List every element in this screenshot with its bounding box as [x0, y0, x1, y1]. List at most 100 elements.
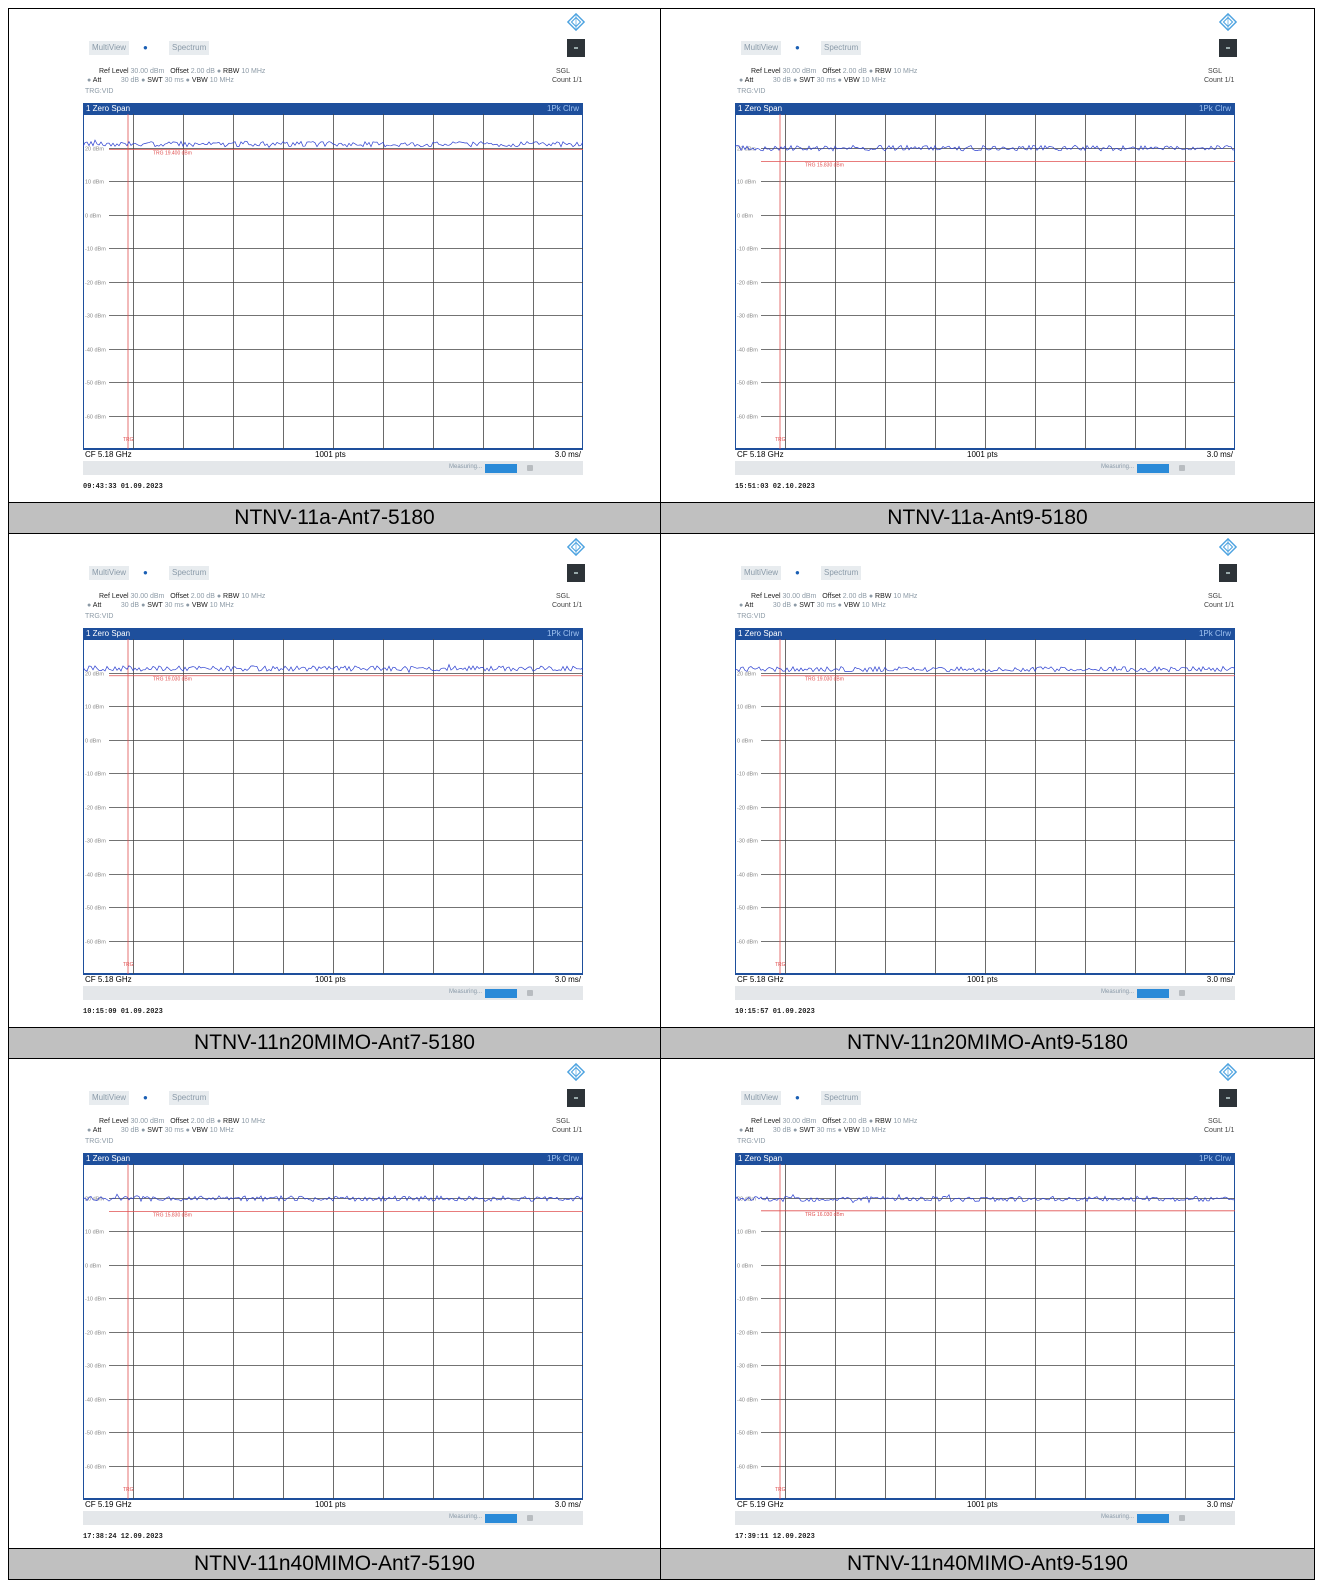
tab-multiview[interactable]: MultiView — [89, 1091, 130, 1105]
rbw-label: RBW — [223, 1118, 240, 1125]
rs-logo-icon — [567, 538, 585, 556]
y-tick-label: -10 dBm — [85, 247, 106, 253]
result-cell: MultiView ● Spectrum Ref Level 30.00 dBm… — [9, 534, 661, 1028]
tab-multiview[interactable]: MultiView — [741, 566, 782, 580]
plot-footer: CF 5.18 GHz 1001 pts 3.0 ms/ — [83, 974, 583, 985]
y-tick-label: -30 dBm — [85, 1364, 106, 1370]
menu-button[interactable] — [1219, 1089, 1237, 1107]
tab-spectrum[interactable]: Spectrum — [169, 1091, 210, 1105]
settings-row-1: Ref Level 30.00 dBm Offset 2.00 dB ● RBW… — [751, 1118, 918, 1125]
sweep-points: 1001 pts — [967, 975, 998, 984]
settings-row-1: Ref Level 30.00 dBm Offset 2.00 dB ● RBW… — [99, 593, 266, 600]
result-caption: NTNV-11a-Ant7-5180 — [9, 503, 661, 534]
rbw-value: 10 MHz — [893, 593, 918, 600]
window-header: 1 Zero Span 1Pk Clrw — [83, 628, 583, 639]
tab-spectrum[interactable]: Spectrum — [821, 1091, 862, 1105]
rs-logo-icon — [1219, 13, 1237, 31]
y-tick-label: 10 dBm — [737, 1230, 756, 1236]
sgl-label: SGL — [556, 593, 571, 600]
menu-button[interactable] — [1219, 564, 1237, 582]
vbw-label: VBW — [191, 77, 208, 84]
tab-spectrum[interactable]: Spectrum — [169, 566, 210, 580]
tab-multiview[interactable]: MultiView — [89, 41, 130, 55]
tab-spectrum[interactable]: Spectrum — [821, 566, 862, 580]
tab-spectrum[interactable]: Spectrum — [169, 41, 210, 55]
result-caption: NTNV-11n40MIMO-Ant9-5190 — [661, 1549, 1315, 1580]
settings-row-1: Ref Level 30.00 dBm Offset 2.00 dB ● RBW… — [99, 1118, 266, 1125]
tab-multiview[interactable]: MultiView — [89, 566, 130, 580]
ref-level-label: Ref Level — [99, 593, 129, 600]
y-tick-label: -50 dBm — [737, 381, 758, 387]
swt-value: 30 ms — [816, 77, 836, 84]
timestamp: 10:15:57 01.09.2023 — [735, 1008, 815, 1016]
progress-bar — [485, 464, 517, 473]
time-per-division: 3.0 ms/ — [554, 1500, 581, 1509]
center-frequency: CF 5.19 GHz — [85, 1500, 132, 1509]
trigger-time-label: TRG — [123, 437, 134, 443]
y-tick-label: -30 dBm — [85, 314, 106, 320]
plot-footer: CF 5.19 GHz 1001 pts 3.0 ms/ — [83, 1499, 583, 1510]
y-tick-label: -60 dBm — [737, 1465, 758, 1471]
analyzer-screenshot: MultiView ● Spectrum Ref Level 30.00 dBm… — [661, 1059, 1313, 1553]
sgl-label: SGL — [556, 1118, 571, 1125]
tab-bullet-icon: ● — [143, 43, 148, 52]
timestamp: 17:38:24 12.09.2023 — [83, 1533, 163, 1541]
time-per-division: 3.0 ms/ — [1206, 975, 1233, 984]
settings-row-1: Ref Level 30.00 dBm Offset 2.00 dB ● RBW… — [751, 593, 918, 600]
timestamp: 09:43:33 01.09.2023 — [83, 483, 163, 491]
status-icon — [527, 1515, 533, 1521]
tab-spectrum[interactable]: Spectrum — [821, 41, 862, 55]
ref-level-value: 30.00 dBm — [130, 593, 165, 600]
status-icon — [527, 465, 533, 471]
center-frequency: CF 5.19 GHz — [737, 1500, 784, 1509]
trigger-level-label: TRG 16.030 dBm — [805, 1212, 844, 1218]
analyzer-screenshot: MultiView ● Spectrum Ref Level 30.00 dBm… — [661, 9, 1313, 503]
progress-bar — [485, 989, 517, 998]
result-cell: MultiView ● Spectrum Ref Level 30.00 dBm… — [9, 9, 661, 503]
tab-bullet-icon: ● — [795, 1093, 800, 1102]
trigger-time-label: TRG — [123, 1487, 134, 1493]
rs-logo-icon — [1219, 1063, 1237, 1081]
status-bar: Measuring... — [735, 986, 1235, 1000]
settings-row-2: ● Att 30 dB ● SWT 30 ms ● VBW 10 MHz — [739, 602, 886, 609]
y-tick-label: -10 dBm — [85, 1297, 106, 1303]
settings-row-2: ● Att 30 dB ● SWT 30 ms ● VBW 10 MHz — [87, 602, 234, 609]
y-tick-label: 20 dBm — [85, 672, 104, 678]
rbw-value: 10 MHz — [241, 593, 266, 600]
att-label: Att — [92, 77, 102, 84]
sweep-points: 1001 pts — [967, 1500, 998, 1509]
vbw-label: VBW — [191, 602, 208, 609]
tab-multiview[interactable]: MultiView — [741, 1091, 782, 1105]
swt-label: SWT — [799, 602, 815, 609]
vbw-value: 10 MHz — [209, 77, 234, 84]
y-tick-label: -40 dBm — [85, 873, 106, 879]
result-cell: MultiView ● Spectrum Ref Level 30.00 dBm… — [9, 1059, 661, 1549]
tab-multiview[interactable]: MultiView — [741, 41, 782, 55]
view-tabs: MultiView ● Spectrum — [83, 41, 583, 55]
status-bar: Measuring... — [83, 986, 583, 1000]
plot-footer: CF 5.18 GHz 1001 pts 3.0 ms/ — [735, 974, 1235, 985]
y-tick-label: -20 dBm — [85, 281, 106, 287]
plot-frame — [83, 639, 583, 974]
y-tick-label: 0 dBm — [85, 214, 101, 220]
menu-button[interactable] — [567, 39, 585, 57]
trigger-source: TRG:VID — [85, 88, 114, 95]
time-per-division: 3.0 ms/ — [1206, 450, 1233, 459]
menu-button[interactable] — [567, 1089, 585, 1107]
trace-mode: 1Pk Clrw — [1198, 104, 1231, 113]
att-value: 30 dB — [772, 602, 792, 609]
measuring-label: Measuring... — [1101, 989, 1135, 995]
analyzer-screenshot: MultiView ● Spectrum Ref Level 30.00 dBm… — [9, 534, 661, 1028]
offset-label: Offset — [170, 1118, 189, 1125]
menu-button[interactable] — [1219, 39, 1237, 57]
rbw-label: RBW — [223, 593, 240, 600]
sweep-points: 1001 pts — [315, 450, 346, 459]
att-value: 30 dB — [772, 1127, 792, 1134]
result-caption: NTNV-11a-Ant9-5180 — [661, 503, 1315, 534]
window-title: 1 Zero Span — [86, 629, 131, 638]
att-value: 30 dB — [772, 77, 792, 84]
result-caption: NTNV-11n20MIMO-Ant9-5180 — [661, 1028, 1315, 1059]
offset-value: 2.00 dB — [842, 68, 867, 75]
trigger-time-label: TRG — [775, 437, 786, 443]
menu-button[interactable] — [567, 564, 585, 582]
